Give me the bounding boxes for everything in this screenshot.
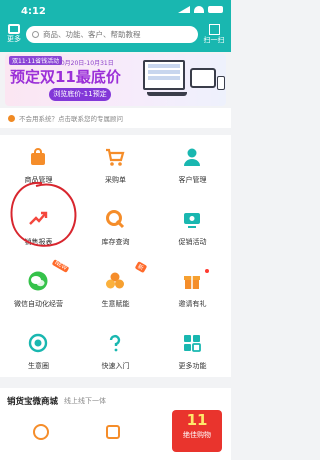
question-icon [109, 334, 121, 352]
battery-icon [208, 6, 223, 13]
signal-icon [178, 6, 190, 13]
search-bar[interactable] [26, 26, 198, 43]
grow-icon [106, 272, 124, 289]
grid-icon [8, 24, 20, 34]
q-search-icon [106, 210, 125, 229]
scan-label: 扫一扫 [203, 36, 225, 44]
mall-subtitle: 线上线下一体 [64, 397, 106, 405]
speaker-icon [8, 114, 15, 122]
banner-tag: 双11·11省钱活动 [9, 56, 63, 65]
grid-item-customer-management[interactable]: 客户管理 [154, 135, 231, 195]
grid-item-quick-start[interactable]: 快速入门 [77, 321, 154, 381]
status-icons [178, 6, 223, 13]
grid-item-product-management[interactable]: 商品管理 [0, 135, 77, 195]
tablet-illustration [190, 68, 216, 88]
grid-label: 商品管理 [24, 176, 53, 184]
promo-number: 11 [186, 411, 208, 429]
grid-label: 促销活动 [178, 238, 207, 246]
grid-label: 更多功能 [178, 362, 207, 370]
promo-banner[interactable]: 双11·11省钱活动 10月20日-10月31日 预定双11最底价 浏览底价-1… [5, 54, 226, 106]
search-input[interactable] [43, 30, 193, 39]
grid-item-invite-gift[interactable]: 邀请有礼 [154, 259, 231, 319]
phone-illustration [217, 76, 225, 90]
grid-item-promotion[interactable]: 促销活动 [154, 197, 231, 257]
promo-text: 绝佳购物 [183, 431, 211, 439]
app-header: 4:12 更多 扫一扫 [0, 0, 231, 52]
grid-item-wechat-automation[interactable]: NEW 微信自动化经营 [0, 259, 77, 319]
grid-item-more-functions[interactable]: 更多功能 [154, 321, 231, 381]
mall-section: 销货宝微商城 线上线下一体 11 绝佳购物 [0, 388, 231, 460]
grid-label: 采购单 [105, 176, 126, 184]
status-time: 4:12 [21, 6, 46, 17]
grid-label: 快速入门 [101, 362, 130, 370]
more-button[interactable]: 更多 [5, 24, 23, 44]
scan-button[interactable]: 扫一扫 [202, 24, 226, 45]
new-badge: 新 [135, 261, 148, 273]
grid-label: 邀请有礼 [178, 300, 207, 308]
clock-icon[interactable] [33, 424, 49, 440]
double-eleven-promo[interactable]: 11 绝佳购物 [172, 410, 222, 452]
laptop-base-illustration [147, 92, 187, 96]
circle-icon [28, 333, 48, 353]
monitor-illustration [143, 60, 185, 90]
grid-label: 生意圈 [28, 362, 49, 370]
grid-label: 微信自动化经营 [14, 300, 63, 308]
user-icon [184, 148, 200, 166]
more-icon [184, 335, 201, 352]
grid-label: 销售报表 [24, 238, 53, 246]
search-icon [32, 31, 39, 38]
grid-label: 生意赋能 [101, 300, 130, 308]
gift-icon [184, 276, 200, 289]
wifi-icon [194, 6, 204, 13]
more-button-label: 更多 [7, 35, 21, 43]
red-dot-indicator [205, 269, 209, 273]
grid-label: 库存查询 [101, 238, 130, 246]
grid-item-purchase-order[interactable]: 采购单 [77, 135, 154, 195]
grid-item-business-circle[interactable]: 生意圈 [0, 321, 77, 381]
grid-label: 客户管理 [178, 176, 207, 184]
promotion-icon [184, 213, 200, 228]
grid-item-business-empower[interactable]: 新 生意赋能 [77, 259, 154, 319]
cart-icon [106, 148, 125, 166]
trend-chart-icon [29, 211, 48, 225]
mall-title: 销货宝微商城 [7, 397, 59, 407]
banner-cta-button[interactable]: 浏览底价-11预定 [49, 88, 111, 101]
new-badge: NEW [51, 259, 70, 273]
scan-icon [208, 24, 220, 35]
notice-bar[interactable]: 不会用系统？点击联系您的专属顾问 [0, 108, 231, 128]
notice-text: 不会用系统？点击联系您的专属顾问 [19, 115, 123, 123]
store-icon[interactable] [106, 425, 120, 439]
wechat-icon [28, 271, 48, 291]
banner-headline: 预定双11最底价 [10, 68, 121, 86]
grid-item-inventory-query[interactable]: 库存查询 [77, 197, 154, 257]
function-grid: 商品管理 采购单 客户管理 销售报表 库存查询 促销活动 NEW 微信自动化经营… [0, 135, 231, 377]
bag-icon [31, 148, 45, 165]
grid-item-sales-report[interactable]: 销售报表 [0, 197, 77, 257]
